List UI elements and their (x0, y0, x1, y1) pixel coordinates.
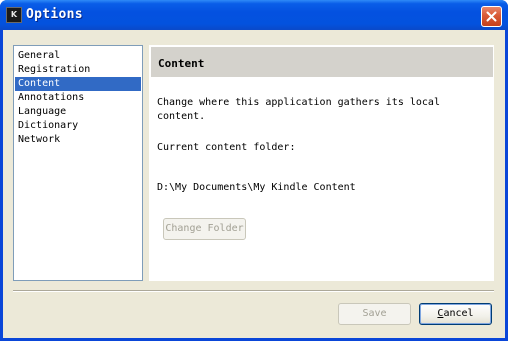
category-item-language[interactable]: Language (15, 105, 141, 119)
category-item-registration[interactable]: Registration (15, 63, 141, 77)
dialog-body: General Registration Content Annotations… (3, 30, 505, 338)
category-list[interactable]: General Registration Content Annotations… (13, 45, 143, 281)
title-bar[interactable]: K Options (0, 0, 508, 30)
panel-title: Content (158, 57, 205, 70)
category-item-annotations[interactable]: Annotations (15, 91, 141, 105)
save-button[interactable]: Save (338, 303, 411, 325)
kindle-app-icon: K (6, 7, 22, 23)
description-line-1: Change where this application gathers it… (157, 97, 440, 108)
change-folder-button[interactable]: Change Folder (163, 218, 246, 240)
options-window: K Options General Registration Content A… (0, 0, 508, 341)
close-icon (486, 11, 497, 22)
current-folder-label: Current content folder: (157, 142, 296, 153)
category-item-dictionary[interactable]: Dictionary (15, 119, 141, 133)
close-button[interactable] (481, 6, 502, 27)
panel-header: Content (151, 47, 493, 77)
window-title: Options (26, 7, 83, 22)
cancel-label-rest: ancel (443, 308, 474, 319)
cancel-button[interactable]: Cancel (419, 303, 492, 325)
category-item-general[interactable]: General (15, 49, 141, 63)
description-line-2: content. (157, 111, 206, 122)
content-settings-panel: Content Change where this application ga… (149, 45, 494, 281)
category-item-network[interactable]: Network (15, 133, 141, 147)
current-folder-path: D:\My Documents\My Kindle Content (157, 182, 356, 193)
category-item-content[interactable]: Content (15, 77, 141, 91)
footer-separator (13, 290, 494, 292)
